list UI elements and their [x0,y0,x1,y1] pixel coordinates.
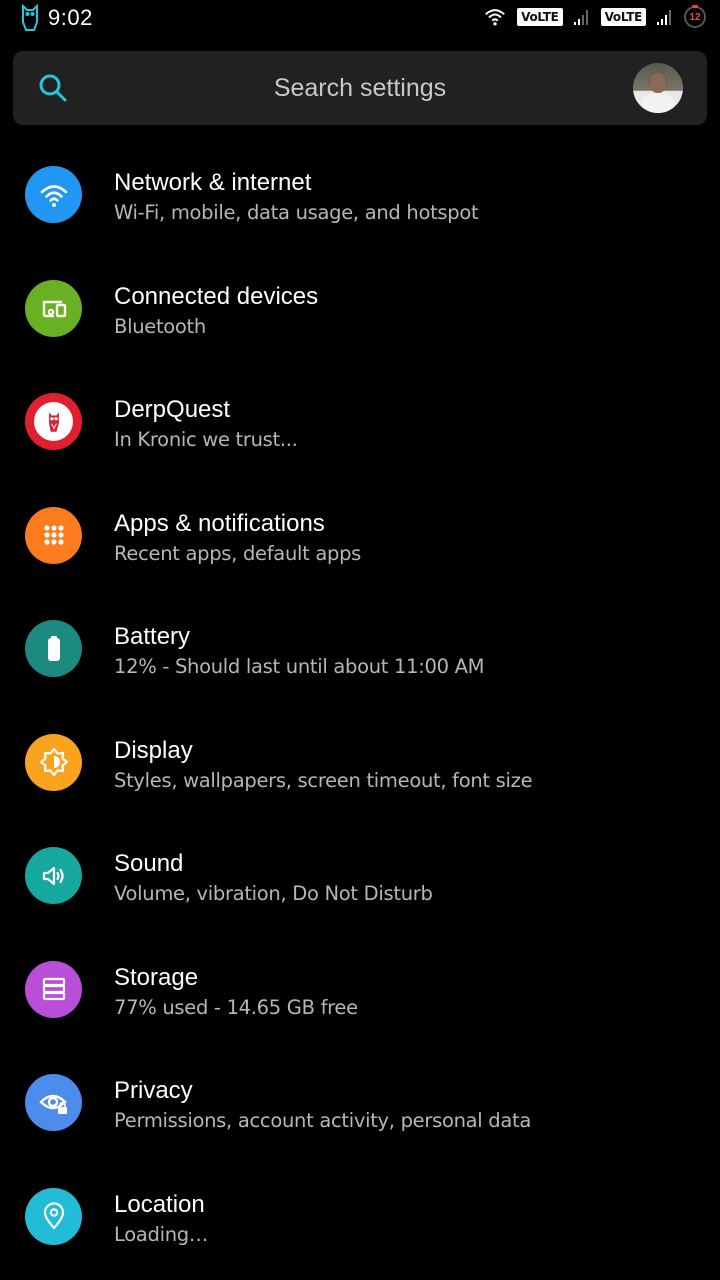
signal-icon [657,10,671,25]
settings-item-connected-devices[interactable]: Connected devices Bluetooth [0,254,720,368]
clock-time: 9:02 [48,5,93,30]
battery-icon [25,620,82,677]
signal-icon [573,10,588,25]
item-title: Privacy [114,1077,193,1104]
owl-icon [25,393,82,450]
settings-item-storage[interactable]: Storage 77% used - 14.65 GB free [0,935,720,1049]
item-subtitle: 12% - Should last until about 11:00 AM [114,655,485,678]
item-title: Storage [114,963,199,991]
search-input[interactable]: Search settings [13,74,707,103]
item-title: Display [114,736,193,764]
settings-item-privacy[interactable]: Privacy Permissions, account activity, p… [0,1048,720,1162]
search-bar[interactable]: Search settings [13,51,707,125]
item-subtitle: Volume, vibration, Do Not Disturb [114,882,433,905]
avatar-body [642,93,674,113]
item-subtitle: 77% used - 14.65 GB free [114,995,358,1019]
avatar-face [650,73,666,93]
item-title: Apps & notifications [114,509,325,537]
item-title: Location [114,1190,205,1218]
item-title: Connected devices [114,282,319,310]
item-subtitle: In Kronic we trust... [114,428,298,451]
storage-icon [25,960,82,1018]
item-subtitle: Recent apps, default apps [114,541,362,565]
item-title: DerpQuest [114,396,231,423]
item-subtitle: Bluetooth [114,314,206,338]
location-pin-icon [25,1187,82,1245]
item-title: Battery [114,623,191,650]
settings-item-apps[interactable]: Apps & notifications Recent apps, defaul… [0,481,720,595]
settings-item-battery[interactable]: Battery 12% - Should last until about 11… [0,594,720,708]
brightness-icon [25,733,82,791]
item-subtitle: Wi-Fi, mobile, data usage, and hotspot [114,201,479,224]
volume-icon [25,847,82,904]
settings-item-derpquest[interactable]: DerpQuest In Kronic we trust... [0,367,720,481]
owl-notification-icon [22,4,38,31]
sim2-volte-badge: VoLTE [600,8,646,26]
item-title: Network & internet [114,169,312,196]
wifi-icon [485,9,505,26]
settings-item-sound[interactable]: Sound Volume, vibration, Do Not Disturb [0,821,720,935]
status-bar: 9:02 VoLTE VoLTE 12 [0,0,720,40]
settings-item-location[interactable]: Location Loading… [0,1162,720,1276]
wifi-icon [25,166,82,223]
avatar[interactable] [633,63,683,113]
devices-icon [25,279,82,337]
item-title: Sound [114,850,184,877]
privacy-eye-lock-icon [25,1074,82,1131]
apps-grid-icon [25,506,82,564]
item-subtitle: Permissions, account activity, personal … [114,1109,532,1132]
settings-list: Network & internet Wi-Fi, mobile, data u… [0,140,720,1275]
sim1-volte-badge: VoLTE [517,8,563,26]
item-subtitle: Loading… [114,1222,209,1246]
battery-icon: 12 [684,5,706,28]
settings-item-display[interactable]: Display Styles, wallpapers, screen timeo… [0,708,720,822]
battery-level: 12 [689,11,701,23]
item-subtitle: Styles, wallpapers, screen timeout, font… [114,768,533,792]
settings-item-network[interactable]: Network & internet Wi-Fi, mobile, data u… [0,140,720,254]
